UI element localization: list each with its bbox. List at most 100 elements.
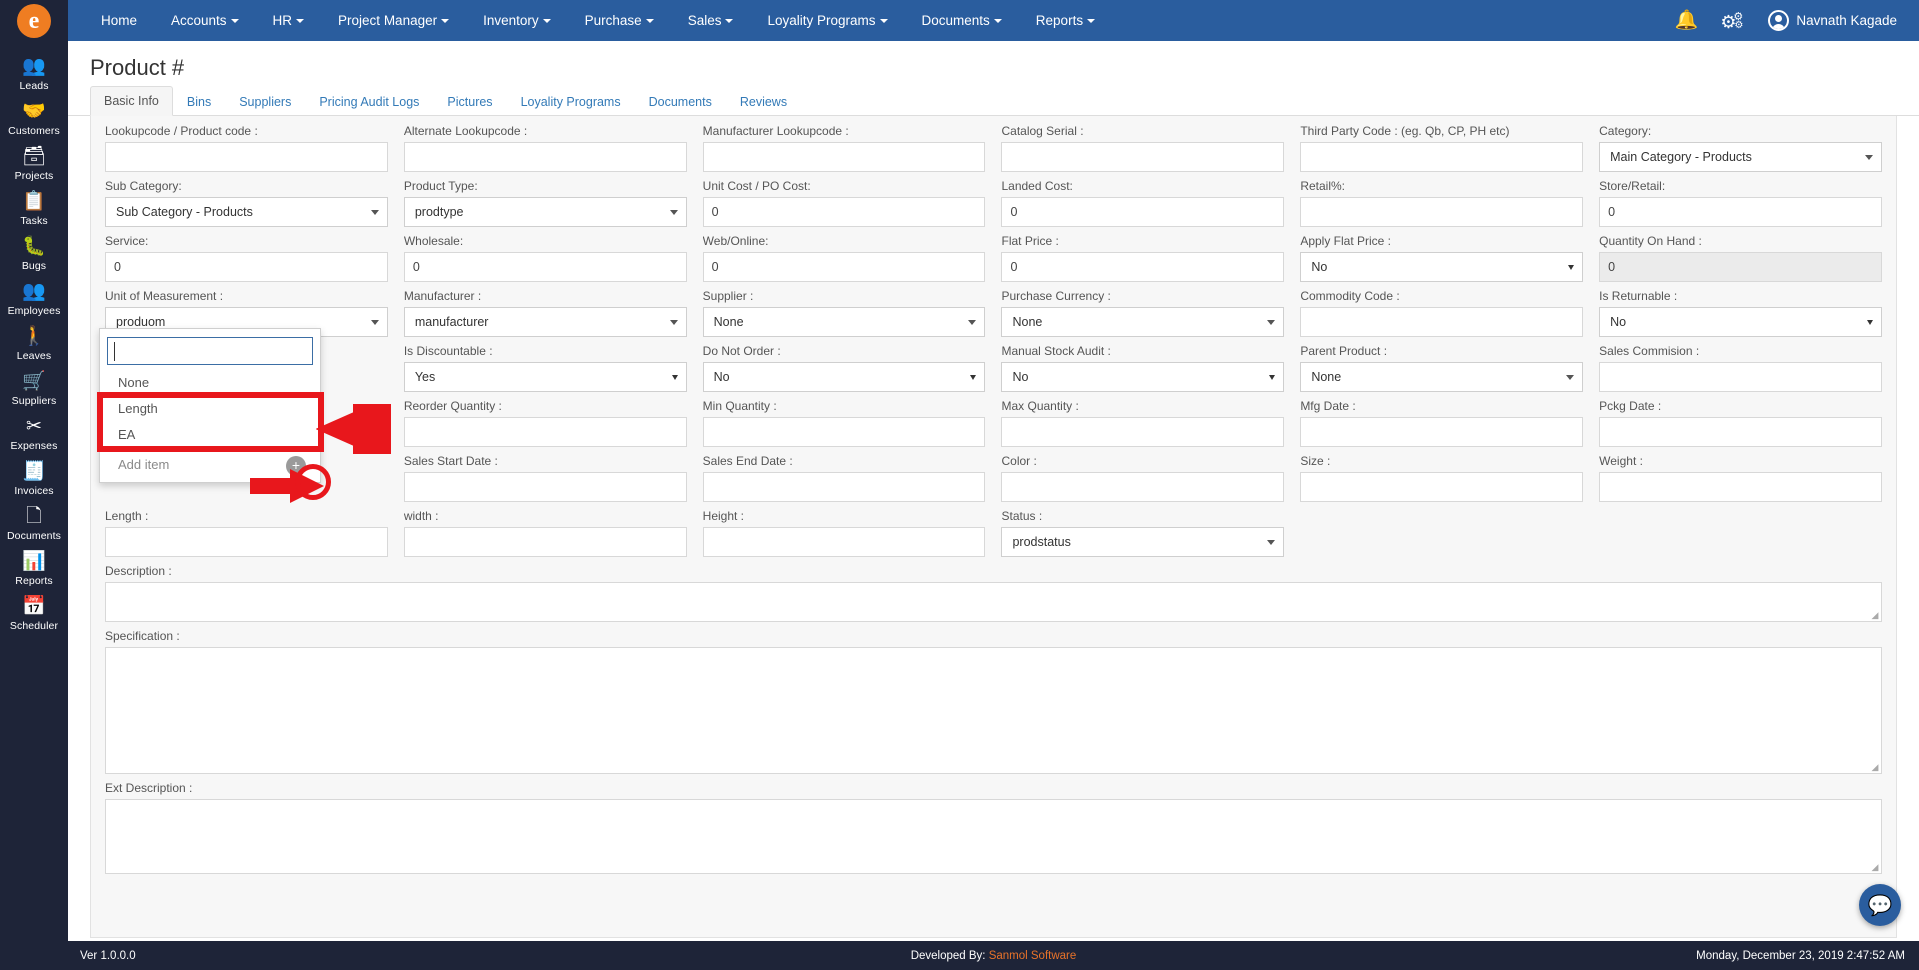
resize-grip-icon[interactable]: ◢ xyxy=(1870,610,1880,620)
sales-start-date-input[interactable] xyxy=(403,472,687,502)
is-returnable-select[interactable]: No xyxy=(1599,307,1882,337)
sidebar-item-tasks[interactable]: 📋 Tasks xyxy=(0,186,68,231)
store-retail-input[interactable]: 0 xyxy=(1599,197,1882,227)
min-quantity-input[interactable] xyxy=(702,417,986,447)
status-select[interactable]: prodstatus xyxy=(1001,527,1285,557)
tab-basic-info[interactable]: Basic Info xyxy=(90,86,173,116)
purchase-currency-select[interactable]: None xyxy=(1001,307,1285,337)
catalog-serial-input[interactable] xyxy=(1001,142,1285,172)
lookupcode-input[interactable] xyxy=(105,142,388,172)
size-input[interactable] xyxy=(1300,472,1584,502)
chat-bubble-icon[interactable]: 💬 xyxy=(1859,884,1901,926)
sidebar-item-expenses[interactable]: ✂ Expenses xyxy=(0,411,68,456)
wholesale-input[interactable]: 0 xyxy=(403,252,687,282)
sidebar-item-documents[interactable]: 🗋 Documents xyxy=(0,501,68,546)
plus-circle-icon[interactable]: + xyxy=(286,455,306,476)
manual-stock-audit-select[interactable]: No xyxy=(1001,362,1285,392)
dropdown-option-ea[interactable]: EA xyxy=(100,422,320,448)
nav-item-reports[interactable]: Reports xyxy=(1019,0,1112,41)
mfg-date-input[interactable] xyxy=(1300,417,1584,447)
third-party-code-input[interactable] xyxy=(1300,142,1584,172)
dropdown-search-input[interactable] xyxy=(107,337,313,365)
app-logo[interactable]: e xyxy=(0,0,68,41)
tab-documents[interactable]: Documents xyxy=(635,87,726,116)
is-discountable-select[interactable]: Yes xyxy=(403,362,687,392)
tab-reviews[interactable]: Reviews xyxy=(726,87,801,116)
nav-item-project-manager[interactable]: Project Manager xyxy=(321,0,466,41)
ext-description-textarea[interactable]: ◢ xyxy=(105,799,1882,874)
product-type-select[interactable]: prodtype xyxy=(403,197,687,227)
sales-commision-input[interactable] xyxy=(1599,362,1882,392)
weight-input[interactable] xyxy=(1599,472,1882,502)
sidebar-item-leaves[interactable]: 🚶 Leaves xyxy=(0,321,68,366)
length-input[interactable] xyxy=(105,527,388,557)
nav-item-loyality-programs[interactable]: Loyality Programs xyxy=(750,0,904,41)
nav-item-inventory[interactable]: Inventory xyxy=(466,0,568,41)
dropdown-add-item-row[interactable]: Add item + xyxy=(100,448,320,482)
sidebar-item-leads[interactable]: 👥 Leads xyxy=(0,51,68,96)
field-product-type: Product Type: prodtype xyxy=(396,179,695,227)
settings-gears-icon[interactable]: ⚙ ⚙ ⚙ xyxy=(1720,10,1746,32)
field-description: Description : ◢ xyxy=(97,564,1890,622)
retail-percent-input[interactable] xyxy=(1300,197,1584,227)
tab-suppliers[interactable]: Suppliers xyxy=(225,87,305,116)
notification-bell-icon[interactable]: 🔔 xyxy=(1675,11,1699,30)
sidebar-item-bugs[interactable]: 🐛 Bugs xyxy=(0,231,68,276)
flat-price-input[interactable]: 0 xyxy=(1001,252,1285,282)
reorder-quantity-input[interactable] xyxy=(403,417,687,447)
commodity-code-input[interactable] xyxy=(1300,307,1584,337)
parent-product-select[interactable]: None xyxy=(1300,362,1584,392)
height-input[interactable] xyxy=(702,527,986,557)
manufacturer-select[interactable]: manufacturer xyxy=(403,307,687,337)
supplier-select[interactable]: None xyxy=(702,307,986,337)
nav-label: HR xyxy=(272,13,293,28)
nav-item-documents[interactable]: Documents xyxy=(905,0,1019,41)
do-not-order-select[interactable]: No xyxy=(702,362,986,392)
apply-flat-price-select[interactable]: No xyxy=(1300,252,1584,282)
max-quantity-input[interactable] xyxy=(1001,417,1285,447)
category-select[interactable]: Main Category - Products xyxy=(1599,142,1882,172)
sidebar-item-invoices[interactable]: 🧾 Invoices xyxy=(0,456,68,501)
field-specification: Specification : ◢ xyxy=(97,629,1890,774)
developer-link[interactable]: Sanmol Software xyxy=(989,950,1077,962)
chevron-down-icon xyxy=(645,19,654,24)
sub-category-select[interactable]: Sub Category - Products xyxy=(105,197,388,227)
pckg-date-input[interactable] xyxy=(1599,417,1882,447)
dropdown-option-length[interactable]: Length xyxy=(100,396,320,422)
user-menu[interactable]: Navnath Kagade xyxy=(1768,10,1897,31)
unit-cost-input[interactable]: 0 xyxy=(702,197,986,227)
resize-grip-icon[interactable]: ◢ xyxy=(1870,762,1880,772)
sidebar-item-suppliers[interactable]: 🛒 Suppliers xyxy=(0,366,68,411)
color-input[interactable] xyxy=(1001,472,1285,502)
specification-textarea[interactable]: ◢ xyxy=(105,647,1882,774)
nav-item-sales[interactable]: Sales xyxy=(671,0,751,41)
tab-pricing-audit-logs[interactable]: Pricing Audit Logs xyxy=(305,87,433,116)
sidebar-item-customers[interactable]: 🤝 Customers xyxy=(0,96,68,141)
nav-item-purchase[interactable]: Purchase xyxy=(568,0,671,41)
web-online-input[interactable]: 0 xyxy=(702,252,986,282)
sidebar-item-employees[interactable]: 👥 Employees xyxy=(0,276,68,321)
alternate-lookupcode-input[interactable] xyxy=(403,142,687,172)
tab-bins[interactable]: Bins xyxy=(173,87,225,116)
sales-end-date-input[interactable] xyxy=(702,472,986,502)
description-textarea[interactable]: ◢ xyxy=(105,582,1882,622)
sidebar-item-projects[interactable]: 🗃 Projects xyxy=(0,141,68,186)
sidebar-item-scheduler[interactable]: 📅 Scheduler xyxy=(0,591,68,636)
sidebar-item-reports[interactable]: 📊 Reports xyxy=(0,546,68,591)
nav-item-hr[interactable]: HR xyxy=(256,0,322,41)
tab-loyality-programs[interactable]: Loyality Programs xyxy=(507,87,635,116)
landed-cost-input[interactable]: 0 xyxy=(1001,197,1285,227)
dropdown-option-none[interactable]: None xyxy=(100,370,320,396)
tab-pictures[interactable]: Pictures xyxy=(433,87,506,116)
nav-item-home[interactable]: Home xyxy=(84,0,154,41)
chevron-down-icon xyxy=(1568,265,1575,270)
manufacturer-lookupcode-input[interactable] xyxy=(702,142,986,172)
field-label: Flat Price : xyxy=(1001,234,1059,248)
service-input[interactable]: 0 xyxy=(105,252,388,282)
field-web-online: Web/Online: 0 xyxy=(695,234,994,282)
dropdown-option-list: None Length EA xyxy=(100,370,320,448)
resize-grip-icon[interactable]: ◢ xyxy=(1870,862,1880,872)
nav-item-accounts[interactable]: Accounts xyxy=(154,0,256,41)
width-input[interactable] xyxy=(403,527,687,557)
field-size: Size : xyxy=(1292,454,1591,502)
